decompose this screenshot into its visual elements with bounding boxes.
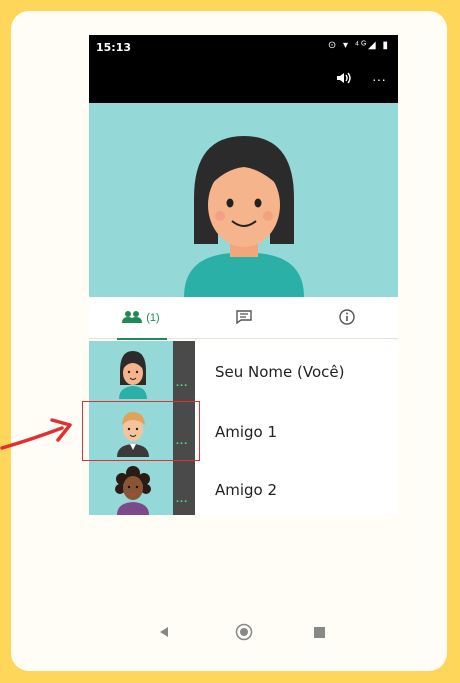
participants-count: (1) xyxy=(146,312,160,324)
participant-name: Amigo 1 xyxy=(215,423,278,441)
tab-info[interactable] xyxy=(295,297,398,339)
home-icon[interactable] xyxy=(235,623,253,644)
speaker-icon[interactable] xyxy=(336,71,352,88)
speaker-avatar xyxy=(184,136,304,297)
participant-row-amigo-2[interactable]: ... Amigo 2 xyxy=(89,457,398,515)
participant-options-icon[interactable]: ... xyxy=(176,377,188,389)
status-time: 15:13 xyxy=(96,41,132,54)
participant-options-icon[interactable]: ... xyxy=(176,493,188,505)
tab-participants[interactable]: (1) xyxy=(89,297,192,340)
more-options-button[interactable]: ··· xyxy=(372,71,386,88)
participant-name: Seu Nome (Você) xyxy=(215,363,345,381)
participant-avatar xyxy=(115,466,151,515)
back-icon[interactable] xyxy=(159,626,169,641)
participant-row-you[interactable]: ... Seu Nome (Você) xyxy=(89,341,398,399)
video-status-strip: ... xyxy=(173,457,195,515)
highlight-box xyxy=(82,401,200,461)
tab-chat[interactable] xyxy=(192,297,295,339)
main-video-tile xyxy=(89,103,398,297)
phone-top-bar: 15:13 ⊙ ▾ ⁴ᴳ◢ ▮ ··· xyxy=(89,35,398,103)
participant-thumbnail xyxy=(89,341,173,399)
participant-name: Amigo 2 xyxy=(215,481,278,499)
active-tab-indicator xyxy=(117,338,167,340)
call-tabs: (1) xyxy=(89,297,398,340)
chat-icon xyxy=(235,309,252,327)
recents-icon[interactable] xyxy=(314,626,325,641)
people-icon xyxy=(121,310,143,327)
android-nav-bar xyxy=(89,620,398,650)
status-icons: ⊙ ▾ ⁴ᴳ◢ ▮ xyxy=(327,40,390,51)
participant-avatar xyxy=(119,351,147,399)
info-icon xyxy=(338,308,355,328)
participant-thumbnail xyxy=(89,457,173,515)
red-arrow-icon xyxy=(0,418,72,450)
video-status-strip: ... xyxy=(173,341,195,399)
